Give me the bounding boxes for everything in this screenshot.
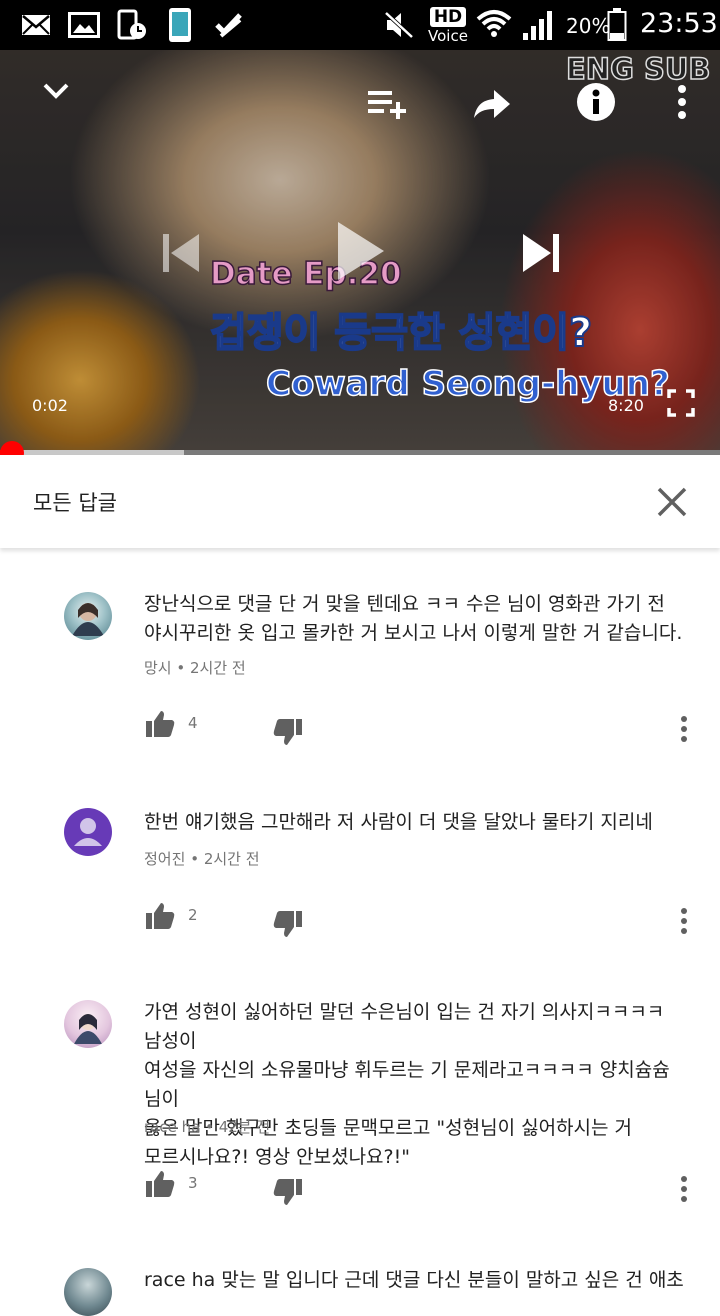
comment-meta: race ha • 42분 전 [144, 1116, 270, 1137]
comment-more-icon[interactable] [672, 714, 696, 744]
comment-time: 2시간 전 [203, 850, 260, 868]
battery-percent: 20% [566, 14, 611, 38]
comment-meta: 망시 • 2시간 전 [144, 657, 246, 678]
battery-icon [606, 8, 628, 42]
avatar[interactable] [64, 808, 112, 856]
hd-voice-icon: HD Voice [428, 7, 468, 45]
comment-text-line: 장난식으로 댓글 단 거 맞을 텐데요 ㅋㅋ 수은 님이 영화관 가기 전 [144, 593, 665, 615]
comment-list: 장난식으로 댓글 단 거 맞을 텐데요 ㅋㅋ 수은 님이 영화관 가기 전 야시… [0, 550, 720, 1316]
avatar[interactable] [64, 1268, 112, 1316]
meta-separator: • [205, 1118, 219, 1136]
phone-clock-icon [116, 8, 148, 42]
comment-text-line: 가연 성현이 싫어하던 말던 수은님이 입는 건 자기 의사지ㅋㅋㅋㅋ 남성이 [144, 1001, 665, 1052]
wifi-icon [476, 8, 512, 42]
comment-time: 2시간 전 [190, 659, 246, 677]
close-icon[interactable] [652, 482, 692, 522]
more-options-icon[interactable] [668, 82, 696, 122]
thumbs-down-icon[interactable] [272, 716, 304, 748]
mute-icon [382, 8, 416, 42]
comment-author[interactable]: 정어진 [144, 850, 185, 868]
comment-text: 장난식으로 댓글 단 거 맞을 텐데요 ㅋㅋ 수은 님이 영화관 가기 전 야시… [144, 590, 684, 648]
duration: 8:20 [608, 396, 644, 415]
thumbs-up-icon[interactable] [144, 708, 176, 740]
clock: 23:53 [640, 8, 718, 39]
check-icon [214, 8, 244, 42]
share-icon[interactable] [470, 84, 514, 124]
gallery-icon [68, 8, 100, 42]
thumbs-down-icon[interactable] [272, 1176, 304, 1208]
fullscreen-icon[interactable] [664, 386, 698, 420]
minimize-chevron-icon[interactable] [38, 76, 74, 106]
avatar[interactable] [64, 1000, 112, 1048]
comment-text: 한번 얘기했음 그만해라 저 사람이 더 댓을 달았나 물타기 지리네 [144, 808, 684, 837]
meta-separator: • [190, 850, 204, 868]
avatar[interactable] [64, 592, 112, 640]
comment-author[interactable]: 망시 [144, 659, 172, 677]
replies-header: 모든 답글 [0, 455, 720, 548]
comment-text-line: 한번 얘기했음 그만해라 저 사람이 더 댓을 달았나 물타기 지리네 [144, 811, 653, 833]
replies-title: 모든 답글 [33, 491, 117, 515]
phone-icon [166, 8, 194, 42]
current-time: 0:02 [32, 396, 68, 415]
info-icon[interactable] [574, 80, 618, 124]
like-count: 4 [188, 714, 198, 732]
meta-separator: • [176, 659, 191, 677]
like-count: 3 [188, 1174, 198, 1192]
play-icon[interactable] [330, 218, 390, 284]
comment-text: race ha 맞는 말 입니다 근데 댓글 다신 분들이 말하고 싶은 건 애… [144, 1266, 684, 1295]
comment-text-line: 여성을 자신의 소유물마냥 휘두르는 기 문제라고ㅋㅋㅋㅋ 양치슘슘님이 [144, 1059, 670, 1110]
signal-icon [520, 8, 556, 42]
comment-text-line: 모르시나요?! 영상 안보셨나요?!" [144, 1146, 410, 1168]
like-count: 2 [188, 906, 198, 924]
comment-more-icon[interactable] [672, 906, 696, 936]
comment-meta: 정어진 • 2시간 전 [144, 848, 260, 869]
comment-more-icon[interactable] [672, 1174, 696, 1204]
status-bar: HD Voice 20% 23:53 [0, 0, 720, 50]
comment-author[interactable]: race ha [144, 1118, 200, 1136]
add-to-playlist-icon[interactable] [364, 84, 410, 124]
thumbs-down-icon[interactable] [272, 908, 304, 940]
thumbs-up-icon[interactable] [144, 900, 176, 932]
next-icon[interactable] [516, 228, 566, 278]
previous-icon[interactable] [156, 228, 206, 278]
comment-text-line: race ha 맞는 말 입니다 근데 댓글 다신 분들이 말하고 싶은 건 애… [144, 1269, 684, 1291]
email-icon [20, 8, 52, 42]
comment-text: 가연 성현이 싫어하던 말던 수은님이 입는 건 자기 의사지ㅋㅋㅋㅋ 남성이 … [144, 998, 684, 1172]
video-player[interactable]: ENG SUB Date Ep.20 겁쟁이 등극한 성현이? Coward S… [0, 50, 720, 455]
comment-time: 42분 전 [218, 1118, 271, 1136]
comment-text-line: 야시꾸리한 옷 입고 몰카한 거 보시고 나서 이렇게 말한 거 같습니다. [144, 622, 683, 644]
thumbs-up-icon[interactable] [144, 1168, 176, 1200]
korean-title-overlay: 겁쟁이 등극한 성현이? [209, 309, 593, 357]
